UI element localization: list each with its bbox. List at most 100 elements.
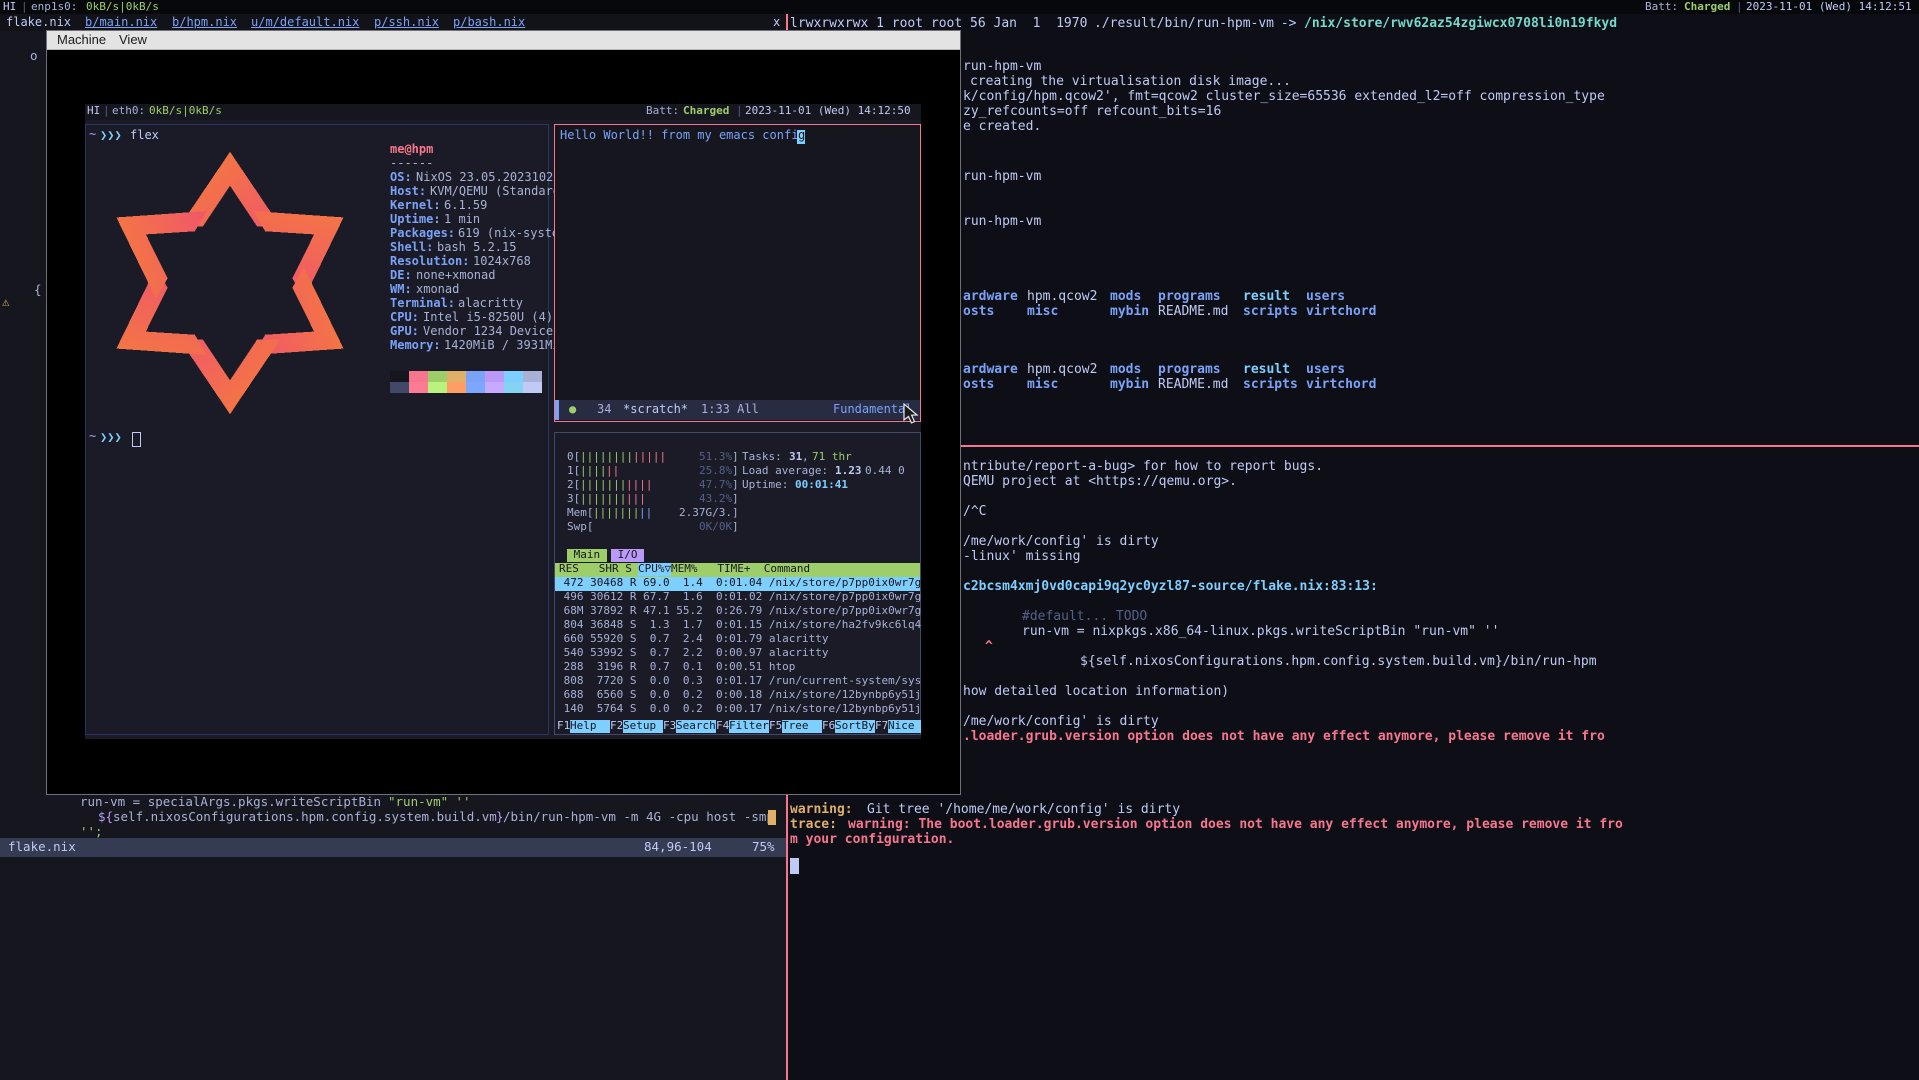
terminal-line: QEMU project at <https://qemu.org>. [963,475,1237,490]
htop-f3-search[interactable]: Search [676,720,716,733]
text-run: 3[ [567,493,580,506]
text-run: KVM/QEMU (Standard [430,185,560,199]
htop-f2-key[interactable]: F2 [610,720,623,733]
palette-swatch [504,371,523,382]
error-caret: ^ [985,640,993,655]
text-run: GPU: [390,325,419,339]
modeline-buffer-name: *scratch* [623,403,688,417]
qemu-menu-view[interactable]: View [119,33,147,48]
symlink-name: ./result/bin/run-hpm-vm [1094,17,1274,32]
vm-battery-label: Batt: [646,105,679,118]
host-status-bar: HI|enp1s0:0kB/s|0kB/sBatt:Charged|2023-1… [0,0,1919,14]
text-run: ] [732,465,739,478]
qemu-menu-machine[interactable]: Machine [57,33,106,48]
host-clock: 2023-11-01 (Wed) 14:12:51 [1746,1,1912,14]
terminal-cursor [790,858,799,874]
htop-f7-key[interactable]: F7 [875,720,888,733]
text-run: 47.7% [699,479,732,492]
htop-f6-key[interactable]: F6 [822,720,835,733]
terminal-cursor [132,432,141,447]
ls-dir: mods [1110,363,1141,378]
text-run: ] [732,521,739,534]
htop-header: RES SHR S [559,563,638,576]
palette-swatch [409,371,428,382]
text-run: ||| [626,493,646,506]
htop-f2-setup[interactable]: Setup [623,720,663,733]
text-run: |||| [580,465,607,478]
tab-p-bash-nix[interactable]: p/bash.nix [453,16,525,30]
tab-bar-close-button[interactable]: x [773,16,780,30]
emacs-modeline-accent [555,400,559,420]
terminal-line: /^C [963,505,986,520]
htop-header: MEM% TIME+ Command [671,563,810,576]
process-row: 660 55920 S 0.7 2.4 0:01.79 alacritty [557,633,829,646]
text-run: ------ [390,157,433,171]
palette-swatch [409,382,428,393]
code-interp: ${ [98,810,113,824]
palette-swatch [485,371,504,382]
text-run: Terminal: [390,297,455,311]
text-run: 1[ [567,465,580,478]
htop-f6-sortby[interactable]: SortBy [835,720,875,733]
htop-f1-help[interactable]: Help [570,720,610,733]
process-row: 540 53992 S 0.7 2.2 0:00.97 alacritty [557,647,829,660]
htop-tab-io[interactable]: I/O [611,549,644,562]
ls-symlink: result [1243,363,1290,378]
text-run: | [103,105,110,118]
text-run: 6.1.59 [444,199,487,213]
vm-screen[interactable]: HI|eth0:0kB/s|0kB/sBatt:Charged|2023-11-… [85,104,921,739]
text-run: Vendor 1234 Device [423,325,553,339]
tab-flake-nix[interactable]: flake.nix [6,16,71,30]
ls-dir: users [1306,290,1345,305]
vm-terminal-window[interactable]: ~❯❯❯flexme@hpm------OS:NixOS 23.05.20231… [85,124,549,735]
qemu-window[interactable]: MachineView HI|eth0:0kB/s|0kB/sBatt:Char… [46,30,961,795]
palette-swatch [523,382,542,393]
vm-emacs-window[interactable]: Hello World!! from my emacs config●34*sc… [554,124,921,422]
ls-symlink: result [1243,290,1290,305]
host-layout-indicator: HI [3,1,16,14]
htop-f4-key[interactable]: F4 [716,720,729,733]
palette-swatch [485,382,504,393]
process-row: 472 30468 R 69.0 1.4 0:01.04 /nix/store/… [557,577,921,590]
htop-f5-tree[interactable]: Tree [782,720,822,733]
palette-swatch [390,382,409,393]
host-battery-status: Charged [1684,1,1730,14]
vm-htop-window[interactable]: 0[|||||||||||||51.3%]1[||||||25.8%]2[|||… [554,432,921,735]
palette-swatch [447,371,466,382]
text-run: Intel i5-8250U (4) [423,311,553,325]
editor-tab-bar: flake.nix b/main.nix b/hpm.nix u/m/default.… [0,14,786,31]
text-run: CPU: [390,311,419,325]
modeline-size: 34 [597,403,611,417]
tab-p-ssh-nix[interactable]: p/ssh.nix [374,16,439,30]
vm-network-speed: 0kB/s|0kB/s [149,105,222,118]
htop-f7-nice[interactable]: Nice [888,720,921,733]
tab-b-hpm-nix[interactable]: b/hpm.nix [172,16,237,30]
mouse-cursor [903,403,923,425]
tab-u-m-default-nix[interactable]: u/m/default.nix [251,16,359,30]
htop-f1-key[interactable]: F1 [557,720,570,733]
text-run: 1.23 [835,465,862,478]
text-run: Swp[ [567,521,594,534]
ls-dir: osts [963,305,994,320]
desktop: HI|enp1s0:0kB/s|0kB/sBatt:Charged|2023-1… [0,0,1919,1080]
code-line: /bin/run-hpm-vm -m 4G -cpu host -smp [503,810,781,824]
htop-f4-filter[interactable]: Filter [729,720,769,733]
ls-dir: users [1306,363,1345,378]
process-row: 496 30612 R 67.7 1.6 0:01.02 /nix/store/… [557,591,921,604]
tab-b-main-nix[interactable]: b/main.nix [85,16,157,30]
text-run: alacritty [458,297,523,311]
process-row: 140 5764 S 0.0 0.2 0:00.17 /nix/store/12… [557,703,921,716]
vm-status-bar: HI|eth0:0kB/s|0kB/sBatt:Charged|2023-11-… [85,104,921,120]
code-excerpt: run-vm = nixpkgs.x86_64-linux.pkgs.write… [1022,625,1499,640]
htop-f3-key[interactable]: F3 [663,720,676,733]
ls-dir: mybin [1110,305,1149,320]
modeline-major-mode: Fundamental [833,403,912,417]
htop-tab-main[interactable]: Main [567,549,607,562]
ls-dir: ardware [963,363,1018,378]
nixos-logo-icon [90,147,370,419]
warning-icon: ⚠ [2,295,10,309]
vm-network-label: eth0: [112,105,145,118]
htop-f5-key[interactable]: F5 [769,720,782,733]
prompt-path: ~ [89,430,96,444]
htop-sort-column[interactable]: CPU%▽ [638,563,671,576]
